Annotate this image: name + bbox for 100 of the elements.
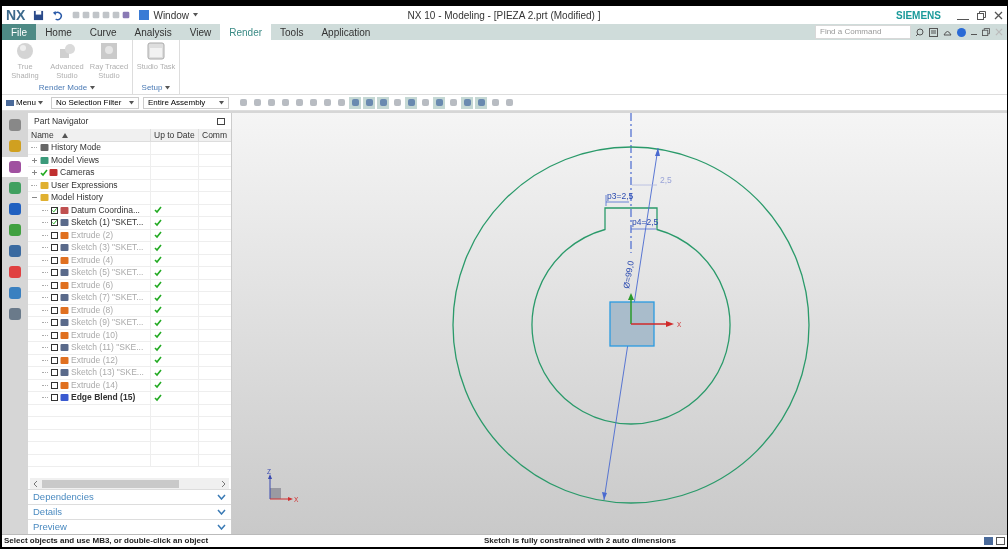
scope-dropdown[interactable]: Entire Assembly xyxy=(143,96,229,109)
save-icon[interactable] xyxy=(33,9,45,21)
window-menu[interactable]: Window xyxy=(135,7,203,23)
toolbar-icon[interactable] xyxy=(377,96,389,109)
ribbon-tab[interactable]: Application xyxy=(312,24,380,40)
caret-icon xyxy=(129,100,134,105)
status-prompt: Select objects and use MB3, or double-click an object xyxy=(4,535,210,547)
fullscreen-icon[interactable] xyxy=(929,27,938,37)
checkbox[interactable] xyxy=(51,294,58,302)
column-header[interactable]: Comm xyxy=(198,129,231,141)
expand-icon[interactable] xyxy=(31,156,38,164)
brand-logo: SIEMENS xyxy=(896,8,941,23)
status-message: Sketch is fully constrained with 2 auto dimensions xyxy=(484,535,677,547)
checkbox[interactable] xyxy=(51,306,58,314)
ribbon-tab[interactable]: File xyxy=(2,24,37,40)
ribbon-tab[interactable]: Tools xyxy=(271,24,313,40)
toolbar-icon[interactable] xyxy=(237,96,249,109)
tree-item[interactable]: User Expressions xyxy=(51,178,118,192)
checkbox[interactable] xyxy=(51,281,58,289)
side-tab[interactable] xyxy=(2,157,28,177)
checkbox[interactable] xyxy=(51,219,58,227)
tree-item[interactable]: Edge Blend (15) xyxy=(71,391,136,405)
group-label: Render Mode xyxy=(38,83,88,93)
command-search-field[interactable]: Find a Command xyxy=(815,25,911,39)
tree-item[interactable]: Datum Coordina... xyxy=(71,203,140,217)
triad-drawing xyxy=(268,474,293,501)
toolbar-icon[interactable] xyxy=(503,96,515,109)
outer-circle[interactable] xyxy=(452,146,810,504)
expand-icon[interactable] xyxy=(31,169,38,177)
dimension-label[interactable]: p3=2,5 xyxy=(607,191,634,201)
scroll-left-icon[interactable] xyxy=(32,479,40,488)
checkbox[interactable] xyxy=(51,344,58,352)
toolbar-icon[interactable] xyxy=(489,96,501,109)
column-header[interactable]: Up to Date xyxy=(150,129,198,141)
y-axis-arrow xyxy=(628,293,634,325)
toolbar-icon[interactable] xyxy=(433,96,445,109)
tree-item[interactable]: Model Views xyxy=(51,153,100,167)
checkbox[interactable] xyxy=(51,394,58,402)
toolbar-icon[interactable] xyxy=(251,96,263,109)
ribbon-tab[interactable]: Home xyxy=(36,24,81,40)
collapsible-panel[interactable]: Details xyxy=(28,504,231,519)
caret-icon xyxy=(219,100,224,105)
toolbar-icon[interactable] xyxy=(321,96,333,109)
checkbox[interactable] xyxy=(51,356,58,364)
window-title: NX 10 - Modeling - [PIEZA 2.prt (Modified) ] xyxy=(407,8,602,23)
search-icon[interactable] xyxy=(915,27,924,37)
toolbar-icon[interactable] xyxy=(293,96,305,109)
window-icon xyxy=(139,10,150,20)
checkbox[interactable] xyxy=(51,206,58,214)
dimension-label[interactable]: Ø=99,0 xyxy=(621,259,636,290)
caret-icon xyxy=(165,86,171,90)
tree-item[interactable]: Cameras xyxy=(60,166,95,180)
ribbon-tab[interactable]: Analysis xyxy=(125,24,181,40)
column-header[interactable]: Name xyxy=(28,129,150,141)
horizontal-scrollbar[interactable] xyxy=(30,478,229,489)
toolbar-icon[interactable] xyxy=(447,96,459,109)
toolbar-icon[interactable] xyxy=(307,96,319,109)
checkbox[interactable] xyxy=(51,269,58,277)
toolbar-icon[interactable] xyxy=(335,96,347,109)
maximize-icon[interactable] xyxy=(217,117,225,125)
checkbox[interactable] xyxy=(51,256,58,264)
checkbox[interactable] xyxy=(51,231,58,239)
close-icon[interactable] xyxy=(994,10,1003,20)
tree-item[interactable]: Model History xyxy=(51,191,103,205)
toolbar-icon[interactable] xyxy=(265,96,277,109)
checkmark-icon[interactable] xyxy=(40,168,48,177)
help-icon[interactable] xyxy=(957,27,966,37)
toolbar-icon[interactable] xyxy=(363,96,375,109)
checkbox[interactable] xyxy=(51,331,58,339)
tree-item[interactable]: Sketch (1) "SKET... xyxy=(71,216,144,230)
toolbar-icon[interactable] xyxy=(349,96,361,109)
restore-icon[interactable] xyxy=(982,28,990,36)
restore-icon[interactable] xyxy=(977,10,986,20)
sketch-origin-square[interactable] xyxy=(609,301,655,347)
selection-filter-dropdown[interactable]: No Selection Filter xyxy=(51,96,139,109)
undo-icon[interactable] xyxy=(52,9,64,21)
caret-icon xyxy=(38,100,43,105)
axis-label: x xyxy=(677,319,682,329)
caret-icon xyxy=(90,86,96,90)
ribbon-tab[interactable]: Curve xyxy=(80,24,126,40)
checkbox[interactable] xyxy=(51,319,58,327)
ribbon-tab[interactable]: Render xyxy=(220,24,272,40)
toolbar-icon[interactable] xyxy=(405,96,417,109)
ribbon-tab[interactable]: View xyxy=(180,24,221,40)
checkbox[interactable] xyxy=(51,369,58,377)
checkbox[interactable] xyxy=(51,244,58,252)
checkbox[interactable] xyxy=(51,381,58,389)
toolbar-icon[interactable] xyxy=(475,96,487,109)
toolbar-icon[interactable] xyxy=(279,96,291,109)
toolbar-icon[interactable] xyxy=(461,96,473,109)
collapsible-panel[interactable]: Dependencies xyxy=(28,489,231,504)
caret-icon xyxy=(193,13,199,17)
scroll-right-icon[interactable] xyxy=(219,479,227,488)
tree-item[interactable]: History Mode xyxy=(51,141,102,155)
panel-title: Part Navigator xyxy=(34,114,89,128)
menu-button[interactable]: Menu xyxy=(6,96,43,109)
toolbar-icon[interactable] xyxy=(391,96,403,109)
toolbar-icon[interactable] xyxy=(419,96,431,109)
dimension-lines xyxy=(605,184,658,230)
app-logo: NX xyxy=(6,5,26,25)
